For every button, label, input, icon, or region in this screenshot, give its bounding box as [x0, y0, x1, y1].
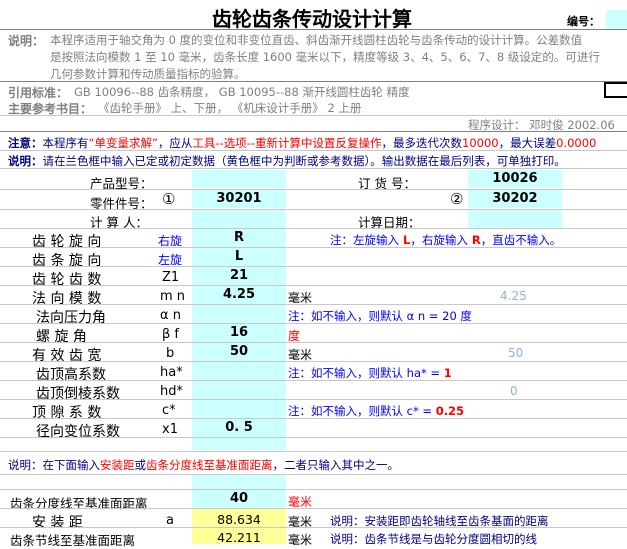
mounting-distance-label: 安 装 距	[32, 515, 83, 531]
standard-text: GB 10096--88 齿条精度， GB 10095--88 渐开线圆柱齿轮 …	[74, 85, 410, 99]
rack-pitch-ref-note: 说明：齿条节线是与齿轮分度圆相切的线	[330, 532, 537, 546]
spacer-cell-2	[192, 475, 286, 489]
pressure-angle-input[interactable]	[192, 305, 286, 323]
spacer-cell	[192, 438, 286, 450]
page-title: 齿轮齿条传动设计计算	[212, 7, 412, 31]
addendum-coef-input[interactable]	[192, 362, 286, 380]
param-label-normal-module: 法 向 模 数	[32, 291, 102, 307]
param-symbol-profile-shift: x1	[162, 422, 178, 437]
input-note-line: 说明：在下面输入安装距或齿条分度线至基准面距离，二者只输入其中之一。	[8, 458, 399, 472]
face-width-value: 50	[229, 344, 249, 359]
normal-module-value: 4.25	[222, 287, 256, 302]
param-symbol-normal-module: m n	[160, 289, 186, 304]
rack-pitch-ref-unit: 毫米	[288, 533, 313, 547]
gear-teeth-value: 21	[229, 268, 249, 283]
param-label-chamfer-coef: 齿顶倒棱系数	[36, 386, 120, 402]
calc-date-input[interactable]	[468, 210, 562, 228]
param-label-helix-angle: 螺 旋 角	[36, 329, 87, 345]
order-number-value: 10026	[492, 171, 538, 186]
rack-pitch-ref-value: 42.211	[217, 530, 261, 545]
chamfer-coef-input[interactable]	[192, 381, 286, 399]
mounting-distance-value: 88.634	[217, 512, 261, 527]
param-label-gear-teeth: 齿 轮 齿 数	[32, 272, 102, 288]
desc-label: 说明：	[8, 34, 45, 48]
explain-label: 说明：	[8, 154, 43, 168]
clearance-coef-input[interactable]	[192, 400, 286, 418]
rack-helix-value: L	[234, 249, 244, 264]
profile-shift-value: 0. 5	[225, 420, 253, 435]
param-symbol-gear-teeth: Z1	[162, 270, 180, 285]
gear-helix-value: R	[233, 230, 244, 245]
desc-line-2: 是按照法向模数 1 至 10 毫米，齿条长度 1600 毫米以下，精度等级 3、…	[50, 50, 600, 64]
part-1-marker: ①	[162, 190, 176, 208]
rack-pitch-line-label: 齿条分度线至基准面距离	[10, 496, 148, 511]
normal-module-ref: 4.25	[500, 289, 527, 303]
helix-note: 注：左旋输入 L，右旋输入 R，直齿不输入。	[330, 233, 562, 247]
param-label-clearance-coef: 顶 隙 系 数	[32, 405, 102, 421]
param-label-rack-helix: 齿 条 旋 向	[32, 253, 102, 269]
param-label-face-width: 有 效 齿 宽	[32, 348, 102, 364]
input-note-label: 说明：	[8, 458, 43, 472]
addendum-coef-note: 注：如不输入，则默认 ha* = 1	[288, 366, 452, 380]
rack-pitch-line-value: 40	[229, 491, 249, 506]
cell-outline	[604, 82, 627, 84]
param-symbol-helix-angle: β f	[162, 327, 180, 342]
rack-pitch-ref-label: 齿条节线至基准面距离	[10, 533, 136, 548]
chamfer-coef-ref: 0	[510, 384, 518, 398]
param-symbol-pressure-angle: α n	[160, 308, 181, 323]
part-2-marker: ②	[450, 190, 464, 208]
number-label: 编号：	[567, 15, 600, 28]
notice-label: 注意：	[8, 136, 43, 150]
explain-line: 说明：请在兰色框中输入已定或初定数据（黄色框中为判断或参考数据）。输出数据在最后…	[8, 154, 566, 168]
helix-angle-value: 16	[229, 325, 249, 340]
pressure-angle-note: 注：如不输入，则默认 α n = 20 度	[288, 309, 472, 323]
product-model-input[interactable]	[192, 170, 286, 188]
param-symbol-addendum-coef: ha*	[160, 365, 183, 380]
part-2-value: 30202	[492, 191, 538, 206]
notice-line: 注意：本程序有“单变量求解”，应从工具--选项--重新计算中设置反复操作，最多迭…	[8, 136, 597, 150]
param-label-addendum-coef: 齿顶高系数	[36, 367, 106, 383]
calc-person-input[interactable]	[192, 210, 286, 228]
number-input[interactable]	[606, 10, 627, 29]
param-label-profile-shift: 径向变位系数	[36, 424, 120, 440]
param-label-gear-helix: 齿 轮 旋 向	[32, 234, 102, 250]
param-symbol-clearance-coef: c*	[162, 403, 176, 418]
part-1-value: 30201	[216, 191, 262, 206]
face-width-ref: 50	[508, 346, 524, 360]
standard-label: 引用标准：	[8, 86, 69, 100]
mounting-distance-symbol: a	[166, 513, 174, 528]
desc-line-3: 几何参数计算和传动质量指标的验算。	[50, 67, 246, 81]
param-symbol-face-width: b	[166, 346, 175, 361]
param-label-pressure-angle: 法向压力角	[36, 310, 106, 326]
desc-line-1: 本程序适用于轴交角为 0 度的变位和非变位直齿、斜齿渐开线圆柱齿轮与齿条传动的设…	[50, 33, 583, 47]
reference-text: 《齿轮手册》 上、下册， 《机床设计手册》 2 上册	[98, 101, 362, 115]
clearance-coef-note: 注：如不输入，则默认 c* = 0.25	[288, 404, 465, 418]
param-symbol-chamfer-coef: hd*	[160, 384, 183, 399]
